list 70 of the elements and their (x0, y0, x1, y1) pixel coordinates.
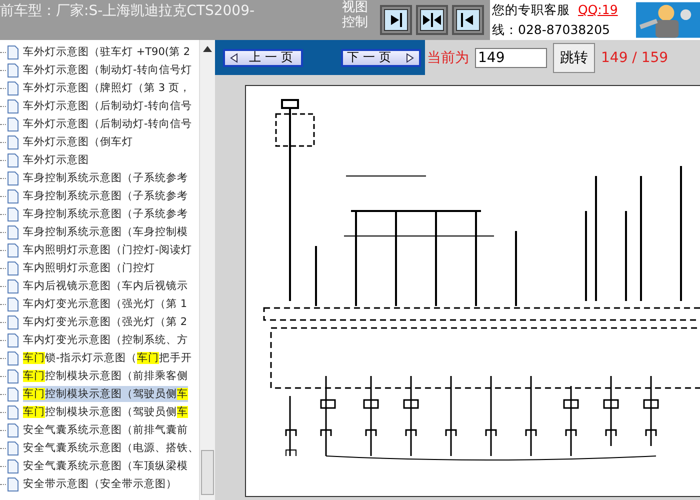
tree-item[interactable]: 车内照明灯示意图（门控灯 (23, 260, 155, 276)
right-arrow-icon (405, 52, 415, 62)
document-icon (7, 440, 19, 456)
tree-item[interactable]: 车门控制模块示意图（驾驶员侧车 (23, 404, 188, 420)
view-control-label: 视图控制 (342, 0, 369, 32)
document-icon (7, 242, 19, 258)
phone-text: 线：028-87038205 (492, 21, 611, 39)
go-button[interactable]: 跳转 (553, 42, 595, 72)
document-icon (7, 44, 19, 60)
tree-item[interactable]: 车内灯变光示意图（强光灯（第 2 (23, 314, 188, 330)
scroll-thumb[interactable] (201, 450, 214, 495)
left-arrow-icon (229, 52, 239, 62)
document-icon (7, 80, 19, 96)
document-icon (7, 296, 19, 312)
document-icon (7, 278, 19, 294)
tree-item[interactable]: 车外灯示意图（后制动灯-转向信号 (23, 116, 192, 132)
tree-item[interactable]: 车内后视镜示意图（车内后视镜示 (23, 278, 188, 294)
tree-item[interactable]: 车内灯变光示意图（控制系统、方 (23, 332, 188, 348)
document-icon (7, 62, 19, 78)
document-icon (7, 422, 19, 438)
qq-link[interactable]: QQ:19 (578, 2, 618, 17)
tree-item[interactable]: 安全气囊系统示意图（电源、搭铁、 (23, 440, 199, 456)
expand-right-button[interactable] (380, 5, 412, 35)
document-icon (7, 134, 19, 150)
tree-item[interactable]: 车外灯示意图（倒车灯 (23, 134, 133, 150)
split-view-button[interactable] (416, 5, 448, 35)
tree-item[interactable]: 安全气囊系统示意图（车顶纵梁模 (23, 458, 188, 474)
document-icon (7, 170, 19, 186)
tree-item[interactable]: 车身控制系统示意图（子系统参考 (23, 206, 188, 222)
page-number-field[interactable]: 149 (475, 48, 547, 68)
document-icon (7, 404, 19, 420)
expand-left-button[interactable] (452, 5, 484, 35)
document-icon (7, 224, 19, 240)
tree-item[interactable]: 车外灯示意图（驻车灯 +T90(第 2 (23, 44, 190, 60)
tree-item[interactable]: 车内灯变光示意图（强光灯（第 1 (23, 296, 188, 312)
tree-item[interactable]: 车门控制模块示意图（驾驶员侧车 (23, 386, 188, 402)
tree-item[interactable]: 车外灯示意图（制动灯-转向信号灯 (23, 62, 192, 78)
document-icon (7, 116, 19, 132)
car-model-title: 前车型：厂家:S-上海凯迪拉克CTS2009- (0, 2, 256, 21)
tree-item[interactable]: 安全带示意图（安全带示意图） (23, 476, 177, 492)
tree-item[interactable]: 安全气囊系统示意图（前排气囊前 (23, 422, 188, 438)
document-icon (7, 152, 19, 168)
next-page-button[interactable]: 下一页 (341, 48, 421, 66)
document-icon (7, 98, 19, 114)
tree-item[interactable]: 车身控制系统示意图（子系统参考 (23, 170, 188, 186)
document-icon (7, 350, 19, 366)
tree-item[interactable]: 车门控制模块示意图（前排乘客侧 (23, 368, 188, 384)
scroll-up-icon[interactable] (203, 46, 212, 52)
mechanic-icon (636, 0, 700, 40)
tree-item[interactable]: 车外灯示意图（后制动灯-转向信号 (23, 98, 192, 114)
document-icon (7, 332, 19, 348)
document-icon (7, 458, 19, 474)
previous-page-button[interactable]: 上一页 (223, 48, 303, 66)
document-icon (7, 188, 19, 204)
page-count: 149 / 159 (601, 50, 668, 66)
document-icon (7, 368, 19, 384)
document-icon (7, 386, 19, 402)
document-icon (7, 314, 19, 330)
tree-item[interactable]: 车身控制系统示意图（子系统参考 (23, 188, 188, 204)
tree-item[interactable]: 车门锁-指示灯示意图（车门把手开 (23, 350, 192, 366)
document-icon (7, 260, 19, 276)
document-icon (7, 206, 19, 222)
tree-item[interactable]: 车外灯示意图（牌照灯（第 3 页， (23, 80, 190, 96)
scrollbar[interactable] (199, 40, 215, 500)
current-page-label: 当前为 (427, 48, 469, 66)
tree-item[interactable]: 车身控制系统示意图（车身控制模 (23, 224, 188, 240)
tree-item[interactable]: 车外灯示意图 (23, 152, 89, 168)
tree-item[interactable]: 车内照明灯示意图（门控灯-阅读灯 (23, 242, 192, 258)
support-text: 您的专职客服 (492, 2, 570, 17)
document-icon (7, 476, 19, 492)
